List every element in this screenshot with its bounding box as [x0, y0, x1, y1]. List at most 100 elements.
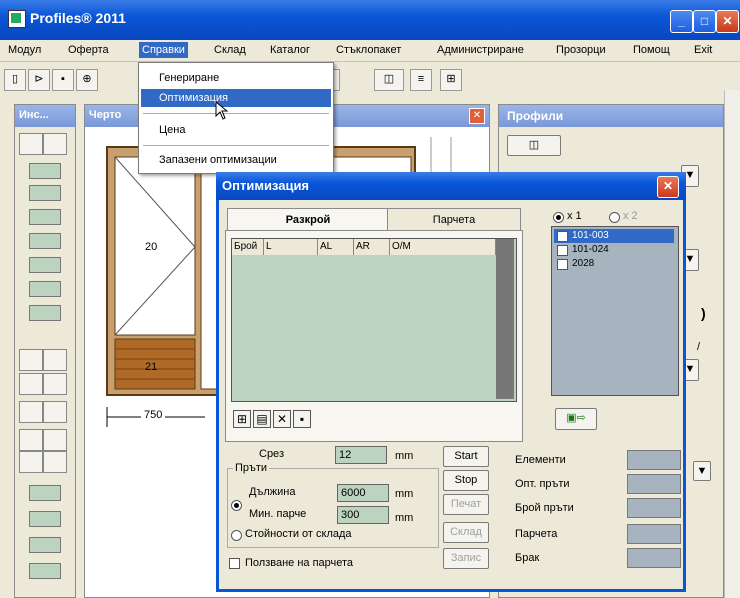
- frame-tool-icon[interactable]: [19, 401, 43, 423]
- menu-glass-unit[interactable]: Стъклопакет: [336, 44, 401, 56]
- stat-value-bar-count: [627, 498, 681, 518]
- menu-item-saved-optimizations[interactable]: Запазени оптимизации: [141, 151, 331, 169]
- profiles-tab[interactable]: ◫: [507, 135, 561, 156]
- menu-bar: Модул Оферта Справки Склад Каталог Стъкл…: [0, 40, 740, 62]
- srez-input[interactable]: 12: [335, 446, 387, 464]
- menu-module[interactable]: Модул: [8, 44, 41, 56]
- stat-label-pieces: Парчета: [515, 528, 558, 540]
- min-piece-input[interactable]: 300: [337, 506, 389, 524]
- frame-tool-icon[interactable]: [19, 373, 43, 395]
- frame-tool-icon[interactable]: [43, 451, 67, 473]
- save-rows-icon[interactable]: ▪: [293, 410, 311, 428]
- profile-tile[interactable]: [29, 233, 61, 249]
- add-row-icon[interactable]: ⊞: [233, 410, 251, 428]
- profile-tile[interactable]: [29, 281, 61, 297]
- cursor-icon: [215, 101, 229, 120]
- menu-catalog[interactable]: Каталог: [270, 44, 310, 56]
- list-item[interactable]: 101-003: [554, 229, 674, 243]
- profile-tile[interactable]: [29, 537, 61, 553]
- frame-tool-icon[interactable]: [43, 373, 67, 395]
- menu-warehouse[interactable]: Склад: [214, 44, 246, 56]
- stat-label-bar-count: Брой пръти: [515, 502, 574, 514]
- min-piece-unit: mm: [395, 512, 414, 524]
- stock-values-label: Стойности от склада: [245, 528, 352, 540]
- app-title: Profiles® 2011: [30, 10, 126, 26]
- print-button[interactable]: Печат: [443, 494, 489, 515]
- maximize-button[interactable]: □: [693, 10, 716, 33]
- menu-windows[interactable]: Прозорци: [556, 44, 606, 56]
- zoom-icon[interactable]: ⊕: [76, 69, 98, 91]
- profile-list[interactable]: 101-003 101-024 2028: [551, 226, 679, 396]
- menu-administration[interactable]: Администриране: [437, 44, 524, 56]
- col-header-count: Брой: [232, 239, 264, 255]
- new-file-icon[interactable]: ▯: [4, 69, 26, 91]
- menu-item-generate[interactable]: Генериране: [141, 69, 331, 87]
- stat-value-opt-bars: [627, 474, 681, 494]
- cutting-table[interactable]: Брой L AL AR O/M: [231, 238, 517, 402]
- vertical-scrollbar[interactable]: [724, 90, 740, 598]
- menu-exit[interactable]: Exit: [694, 44, 712, 56]
- menu-item-price[interactable]: Цена: [141, 121, 331, 139]
- list-item[interactable]: 2028: [554, 257, 674, 271]
- toolbar: ▯ ⊳ ▪ ⊕ ╸ ◫ ≡ ⊞: [0, 63, 740, 95]
- radio-x1[interactable]: [553, 212, 564, 223]
- menu-references[interactable]: Справки: [139, 42, 188, 58]
- menu-separator: [143, 145, 329, 146]
- open-folder-icon[interactable]: ⊳: [28, 69, 50, 91]
- profile-tile[interactable]: [29, 209, 61, 225]
- delete-row-icon[interactable]: ✕: [273, 410, 291, 428]
- length-input[interactable]: 6000: [337, 484, 389, 502]
- tools-panel: Инс...: [14, 104, 76, 598]
- edit-row-icon[interactable]: ▤: [253, 410, 271, 428]
- handle-tool-icon[interactable]: [43, 401, 67, 423]
- list-item[interactable]: 101-024: [554, 243, 674, 257]
- table-scrollbar[interactable]: [496, 239, 514, 399]
- close-button[interactable]: ✕: [716, 10, 739, 33]
- profile-checkbox[interactable]: [557, 231, 568, 242]
- use-pieces-checkbox[interactable]: [229, 558, 240, 569]
- frame-tool-icon[interactable]: [19, 451, 43, 473]
- radio-x2-label: x 2: [623, 210, 638, 222]
- minimize-button[interactable]: _: [670, 10, 693, 33]
- menu-offer[interactable]: Оферта: [68, 44, 109, 56]
- tools-panel-title: Инс...: [15, 105, 75, 127]
- profile-tile[interactable]: [29, 163, 61, 179]
- pointer-tool-icon[interactable]: [19, 133, 43, 155]
- radio-x2[interactable]: [609, 212, 620, 223]
- export-excel-button[interactable]: ▣⇨: [555, 408, 597, 430]
- profile-tile[interactable]: [29, 511, 61, 527]
- radio-length[interactable]: [231, 500, 242, 511]
- arrow-right-icon: ⇨: [576, 412, 586, 424]
- save-icon[interactable]: ▪: [52, 69, 74, 91]
- save-button[interactable]: Запис: [443, 548, 489, 569]
- profile-checkbox[interactable]: [557, 259, 568, 270]
- pen-tool-icon[interactable]: [43, 133, 67, 155]
- window-view-icon[interactable]: ◫: [374, 69, 404, 91]
- frame-tool-icon[interactable]: [43, 429, 67, 451]
- radio-stock-values[interactable]: [231, 530, 242, 541]
- profile-checkbox[interactable]: [557, 245, 568, 256]
- dialog-close-icon[interactable]: ✕: [657, 176, 679, 198]
- tab-pieces[interactable]: Парчета: [387, 208, 521, 231]
- profile-tile[interactable]: [29, 185, 61, 201]
- profile-tile[interactable]: [29, 563, 61, 579]
- frame-tool-icon[interactable]: [43, 349, 67, 371]
- stock-button[interactable]: Склад: [443, 522, 489, 543]
- grid-view-icon[interactable]: ⊞: [440, 69, 462, 91]
- stop-button[interactable]: Stop: [443, 470, 489, 491]
- profile-tile[interactable]: [29, 305, 61, 321]
- list-view-icon[interactable]: ≡: [410, 69, 432, 91]
- min-piece-label: Мин. парче: [249, 508, 307, 520]
- profile-tile[interactable]: [29, 257, 61, 273]
- tab-cutting[interactable]: Разкрой: [227, 208, 389, 231]
- dropdown-arrow-icon[interactable]: ▼: [693, 461, 711, 481]
- frame-tool-icon[interactable]: [19, 349, 43, 371]
- excel-icon: ▣: [566, 412, 577, 424]
- dialog-title: Оптимизация: [216, 172, 686, 200]
- drawing-close-icon[interactable]: ✕: [469, 108, 485, 124]
- menu-help[interactable]: Помощ: [633, 44, 670, 56]
- start-button[interactable]: Start: [443, 446, 489, 467]
- frame-tool-icon[interactable]: [19, 429, 43, 451]
- menu-item-optimization[interactable]: Оптимизация: [141, 89, 331, 107]
- profile-tile[interactable]: [29, 485, 61, 501]
